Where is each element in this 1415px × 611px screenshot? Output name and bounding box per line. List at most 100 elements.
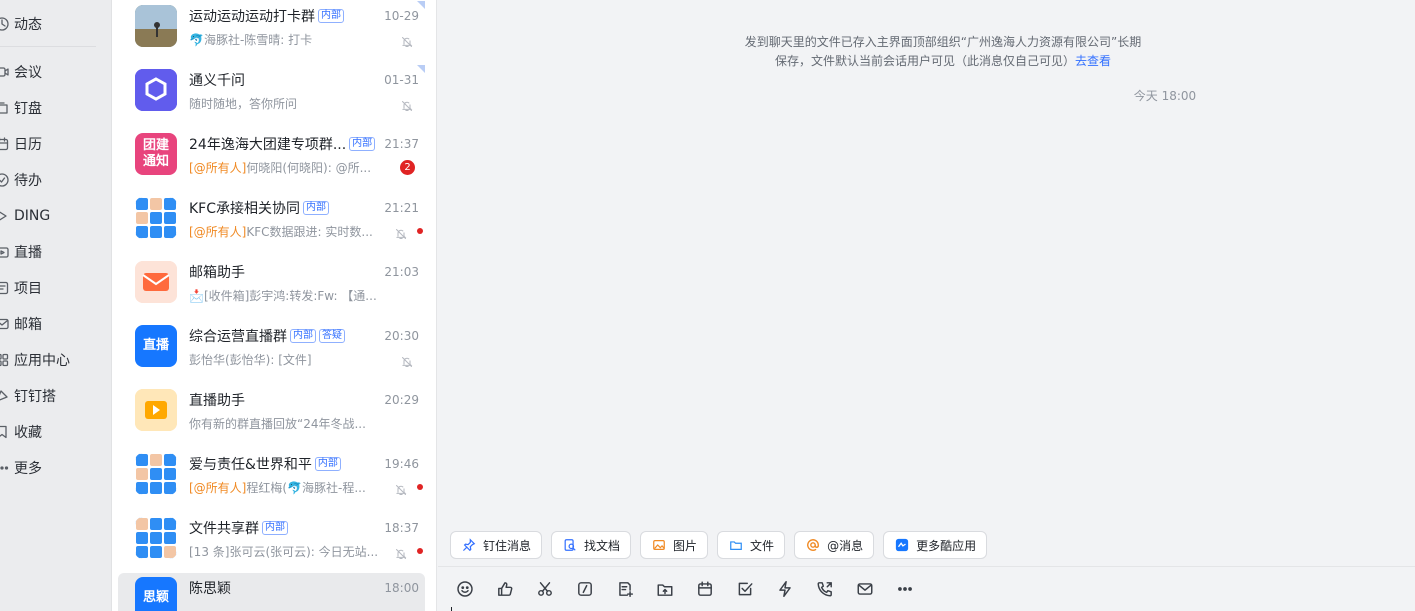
conversation-preview: [@所有人]何晓阳(何晓阳): @所...	[189, 159, 371, 176]
avatar	[135, 5, 177, 47]
conversation-name: 综合运营直播群 内部 答疑	[189, 326, 345, 346]
ding-icon	[0, 209, 10, 223]
conversation-title: 综合运营直播群	[189, 329, 287, 345]
lightning-icon[interactable]	[775, 579, 795, 599]
system-message: 发到聊天里的文件已存入主界面顶部组织“广州逸海人力资源有限公司”长期保存，文件默…	[743, 33, 1143, 71]
nav-item-label: 会议	[14, 65, 42, 81]
conversation-row[interactable]: 运动运动运动打卡群 内部 10-29 🐬海豚社-陈雪晴: 打卡	[118, 1, 425, 65]
mail-icon[interactable]	[855, 579, 875, 599]
mute-icon	[401, 33, 413, 48]
upload-icon[interactable]	[655, 579, 675, 599]
nav-item-10[interactable]: 钉钉搭	[0, 384, 112, 408]
task-check-icon[interactable]	[735, 579, 755, 599]
view-link[interactable]: 去查看	[1075, 54, 1111, 68]
avatar	[135, 453, 177, 495]
nav-item-7[interactable]: 项目	[0, 276, 112, 300]
quick-action-button[interactable]: 钉住消息	[450, 531, 543, 559]
conversation-name: 运动运动运动打卡群 内部	[189, 6, 344, 26]
conversation-name: 陈思颖	[189, 578, 231, 598]
quick-action-button[interactable]: 更多酷应用	[883, 531, 988, 559]
avatar: 团建 通知	[135, 133, 177, 175]
quick-action-label: 钉住消息	[483, 538, 532, 553]
nav-item-11[interactable]: 收藏	[0, 420, 112, 444]
conversation-name: 直播助手	[189, 390, 245, 410]
quick-action-button[interactable]: @消息	[794, 531, 875, 559]
unread-badge: 2	[400, 160, 415, 175]
quick-action-button[interactable]: 找文档	[551, 531, 632, 559]
conversation-row[interactable]: 团建 通知 24年逸海大团建专项群... 内部 21:37 [@所有人]何晓阳(何晓阳)…	[118, 129, 425, 193]
tag-badge: 内部	[314, 457, 341, 471]
conversation-row[interactable]: 直播 综合运营直播群 内部 答疑 20:30 彭怡华(彭怡华): [文件]	[118, 321, 425, 385]
quick-actions: 钉住消息 找文档 图片 文件 @消息 更多酷应用	[450, 531, 988, 559]
quick-action-button[interactable]: 图片	[640, 531, 709, 559]
nav-item-0[interactable]: 动态	[0, 12, 112, 36]
conversation-title: 直播助手	[189, 393, 245, 409]
thumbs-up-icon[interactable]	[495, 579, 515, 599]
nav-item-2[interactable]: 钉盘	[0, 96, 112, 120]
conversation-row[interactable]: 直播助手 20:29 你有新的群直播回放“24年冬战...	[118, 385, 425, 449]
unread-dot	[417, 484, 423, 490]
conversation-title: 文件共享群	[189, 521, 259, 537]
scissors-icon[interactable]	[535, 579, 555, 599]
conversation-preview: [13 条]张可云(张可云): 今日无站...	[189, 543, 378, 560]
pinned-corner	[417, 1, 425, 9]
nav-item-label: 动态	[14, 17, 42, 33]
nav-item-label: 收藏	[14, 425, 42, 441]
conversation-name: 爱与责任&世界和平 内部	[189, 454, 341, 474]
conversation-title: 运动运动运动打卡群	[189, 9, 315, 25]
nav-item-label: 更多	[14, 461, 42, 477]
nav-item-3[interactable]: 日历	[0, 132, 112, 156]
pin-icon	[461, 537, 477, 553]
emoji-icon[interactable]	[455, 579, 475, 599]
conversation-preview: [@所有人]程红梅(🐬海豚社-程...	[189, 479, 366, 496]
slash-command-icon[interactable]	[575, 579, 595, 599]
phone-icon[interactable]	[815, 579, 835, 599]
calendar-icon[interactable]	[695, 579, 715, 599]
conversation-time: 20:30	[384, 329, 419, 343]
conversation-name: 通义千问	[189, 70, 245, 90]
conversation-row[interactable]: 文件共享群 内部 18:37 [13 条]张可云(张可云): 今日无站...	[118, 513, 425, 577]
tag-badge: 内部	[318, 9, 344, 23]
tag-badge: 答疑	[319, 329, 345, 343]
image-icon	[651, 537, 667, 553]
conversation-row[interactable]: 通义千问 01-31 随时随地，答你所问	[118, 65, 425, 129]
meeting-icon	[0, 65, 10, 79]
conversation-row[interactable]: KFC承接相关协同 内部 21:21 [@所有人]KFC数据跟进: 实时数...	[118, 193, 425, 257]
preview-text: 你有新的群直播回放“24年冬战...	[189, 417, 366, 431]
quick-action-button[interactable]: 文件	[717, 531, 786, 559]
find-doc-icon	[562, 537, 578, 553]
pinned-corner	[417, 65, 425, 73]
conversation-time: 19:46	[384, 457, 419, 471]
mention-all-label: [@所有人]	[189, 161, 247, 175]
quick-action-label: 更多酷应用	[916, 538, 977, 553]
nav-item-5[interactable]: DING	[0, 204, 112, 228]
builder-icon	[0, 389, 10, 403]
conversation-preview: 🐬海豚社-陈雪晴: 打卡	[189, 31, 312, 48]
unread-dot	[417, 228, 423, 234]
at-icon	[805, 537, 821, 553]
nav-item-6[interactable]: 直播	[0, 240, 112, 264]
nav-item-label: 日历	[14, 137, 42, 153]
cool-apps-icon	[894, 537, 910, 553]
doc-add-icon[interactable]	[615, 579, 635, 599]
nav-item-label: 钉钉搭	[14, 389, 56, 405]
nav-item-8[interactable]: 邮箱	[0, 312, 112, 336]
nav-item-9[interactable]: 应用中心	[0, 348, 112, 372]
conversation-title: 爱与责任&世界和平	[189, 457, 312, 473]
avatar	[135, 197, 177, 239]
nav-item-label: 待办	[14, 173, 42, 189]
conversation-row[interactable]: 邮箱助手 21:03 📩[收件箱]彭宇鸿:转发:Fw: 【通...	[118, 257, 425, 321]
nav-item-label: 应用中心	[14, 353, 70, 369]
conversation-row[interactable]: 爱与责任&世界和平 内部 19:46 [@所有人]程红梅(🐬海豚社-程...	[118, 449, 425, 513]
nav-item-1[interactable]: 会议	[0, 60, 112, 84]
conversation-preview: [@所有人]KFC数据跟进: 实时数...	[189, 223, 373, 240]
more-icon[interactable]	[895, 579, 915, 599]
mute-icon	[395, 481, 407, 496]
preview-text: 📩[收件箱]彭宇鸿:转发:Fw: 【通...	[189, 289, 377, 303]
preview-text: [13 条]张可云(张可云): 今日无站...	[189, 545, 379, 559]
conversation-name: 24年逸海大团建专项群... 内部	[189, 134, 376, 154]
nav-item-12[interactable]: 更多	[0, 456, 112, 480]
message-timestamp: 今天 18:00	[1133, 89, 1197, 103]
conversation-row[interactable]: 思颖 陈思颖 18:00	[118, 573, 425, 611]
nav-item-4[interactable]: 待办	[0, 168, 112, 192]
